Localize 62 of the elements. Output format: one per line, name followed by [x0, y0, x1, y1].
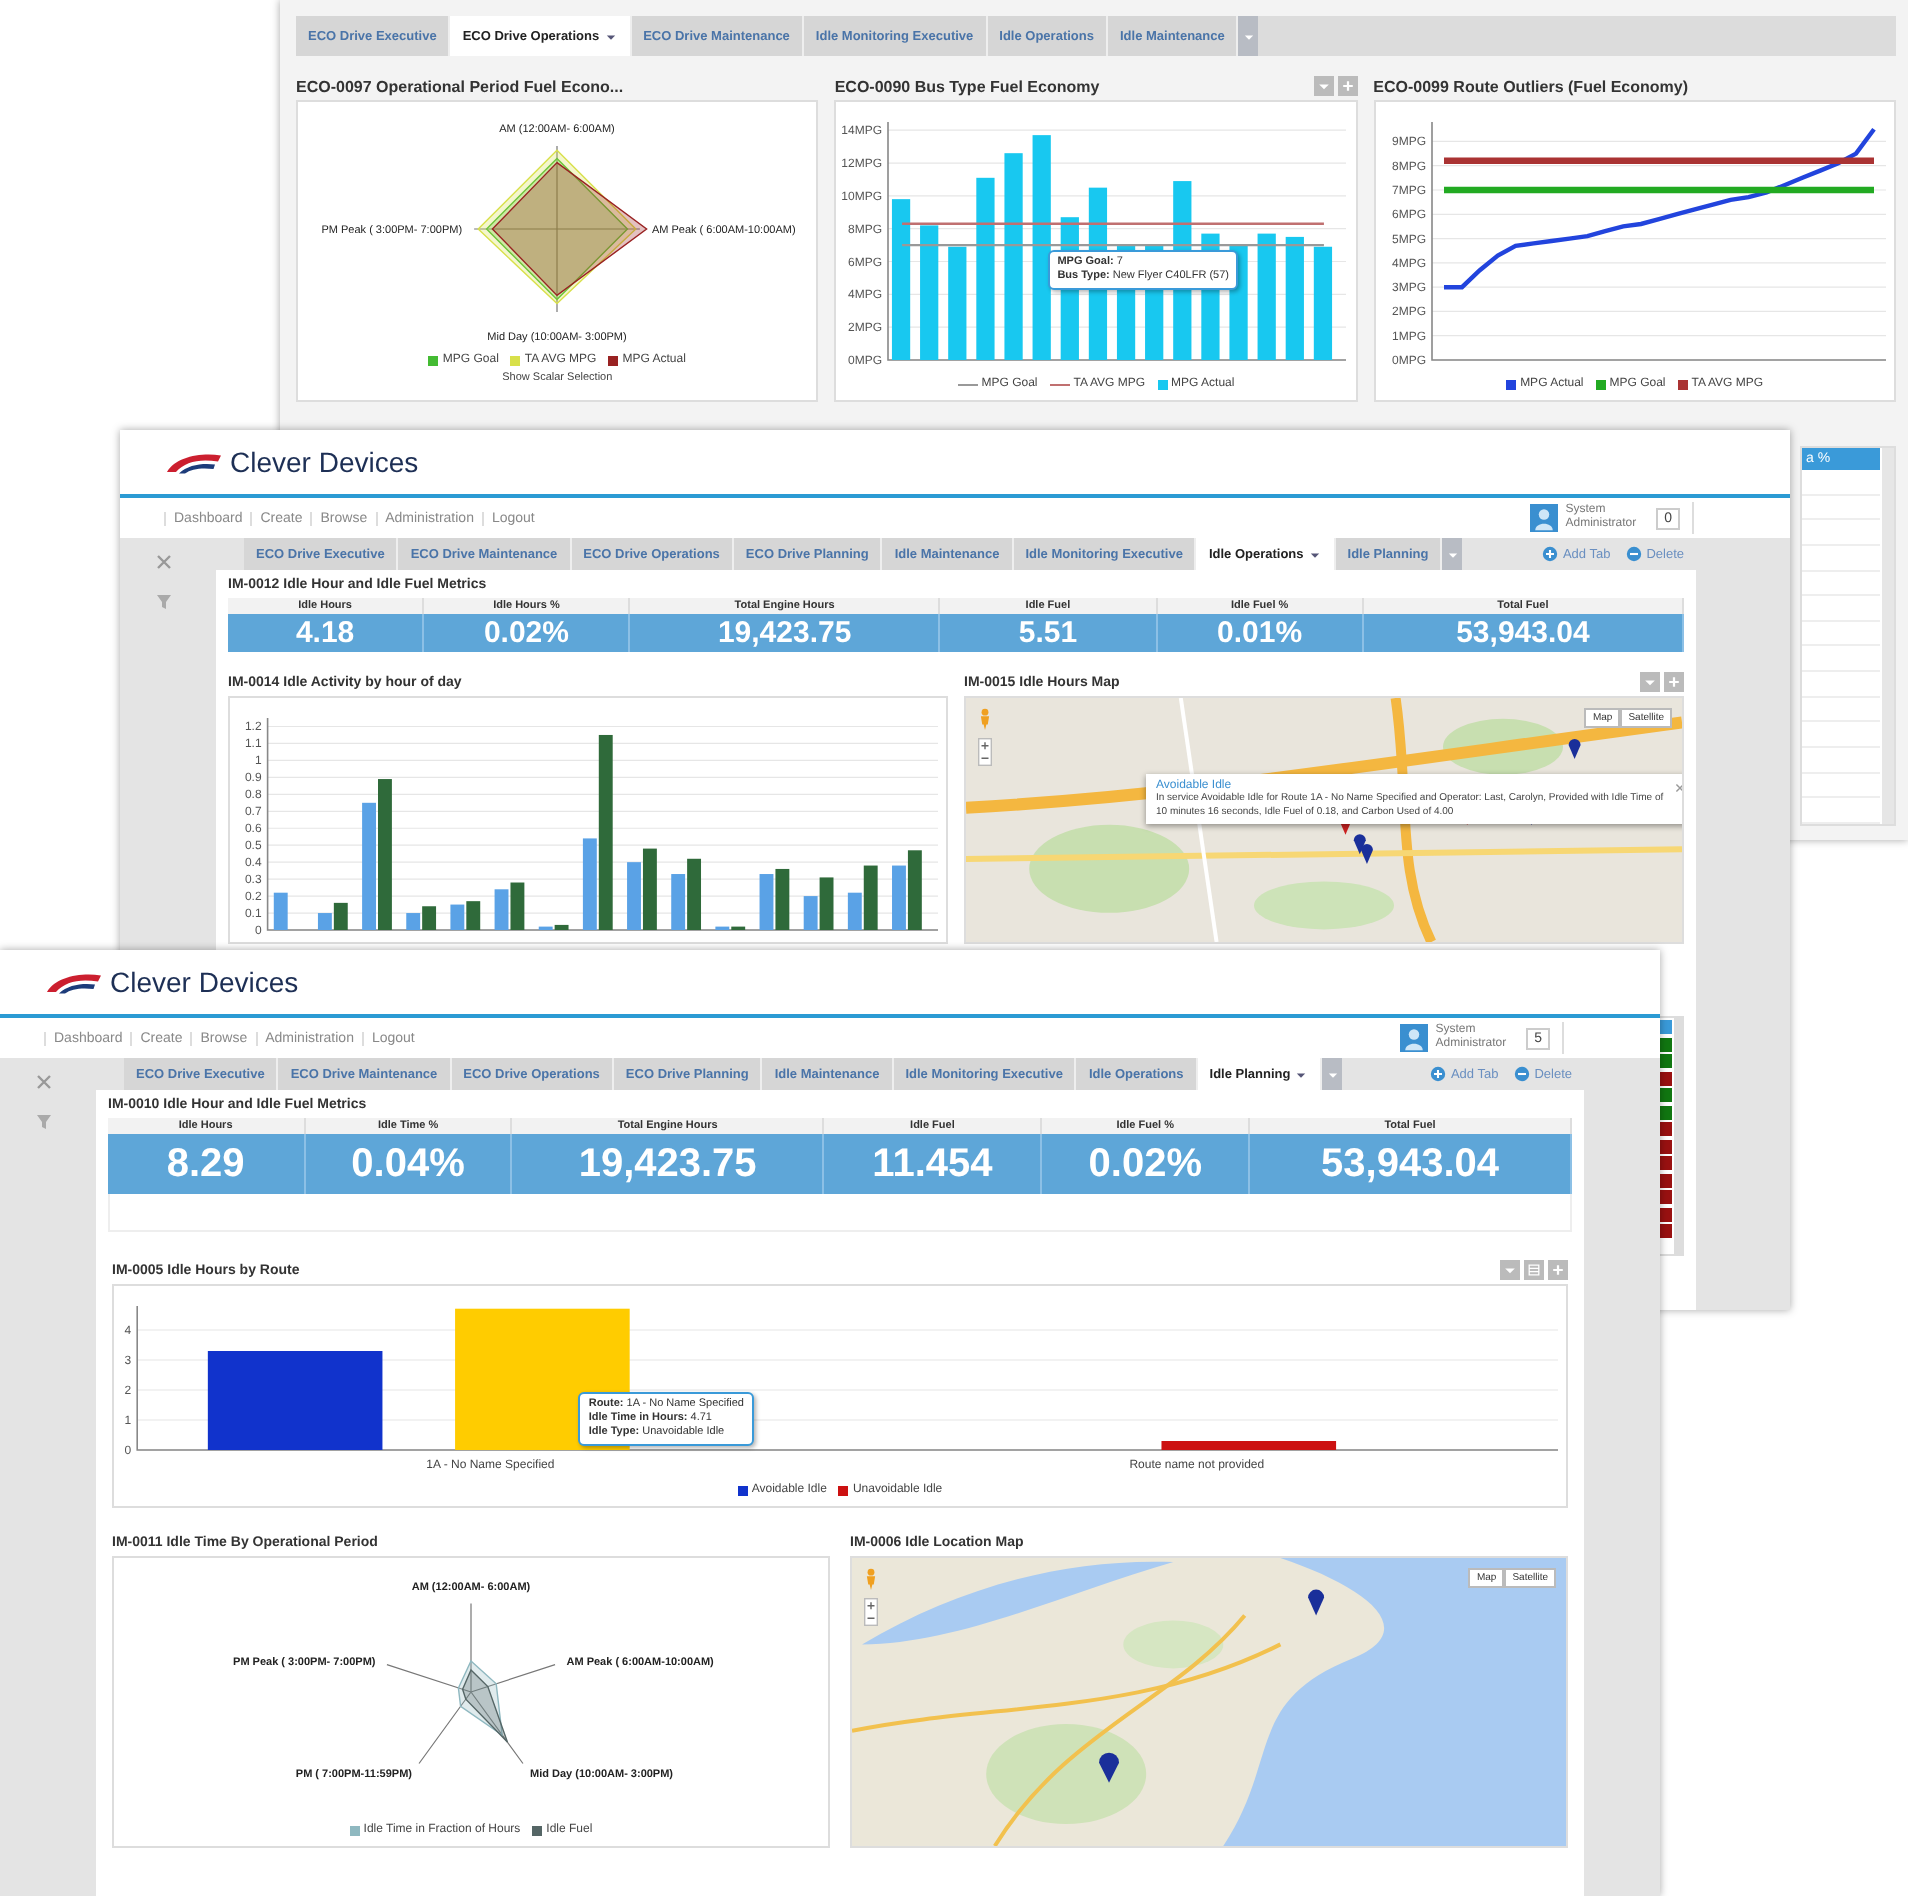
bar [948, 246, 968, 360]
bar [1286, 236, 1305, 360]
panel-title: ECO-0099 Route Outliers (Fuel Economy) [1373, 77, 1689, 95]
zoom-control-icon [978, 738, 992, 766]
caret-icon [1315, 78, 1332, 94]
scrollbar[interactable] [1674, 1018, 1682, 1254]
menu-button[interactable] [1313, 76, 1334, 96]
more-tabs-button[interactable] [1442, 538, 1463, 570]
close-icon [153, 552, 173, 572]
logo-icon [164, 449, 224, 475]
avatar-icon [1399, 1024, 1428, 1052]
metric-value: 19,423.75 [630, 614, 941, 652]
metric-value: 53,943.04 [1363, 614, 1684, 652]
panel-title: ECO-0097 Operational Period Fuel Econo... [296, 77, 624, 95]
scrollbar[interactable] [1882, 448, 1894, 824]
metric-value: 0.04% [305, 1134, 513, 1194]
plus-icon [1666, 674, 1682, 690]
bar [1258, 233, 1277, 360]
logo-icon [44, 969, 104, 995]
table-icon [1526, 1262, 1542, 1278]
plus-icon [1339, 78, 1356, 94]
pegman-icon [864, 1568, 878, 1590]
menu-button[interactable] [1640, 672, 1660, 692]
more-tabs-button[interactable] [1322, 1058, 1343, 1090]
menu-button[interactable] [1500, 1260, 1520, 1280]
metric-value: 0.02% [1042, 1134, 1251, 1194]
bar [1314, 246, 1333, 360]
metric-value: 5.51 [940, 614, 1158, 652]
close-button[interactable] [153, 550, 177, 574]
bar [273, 892, 288, 930]
delete-icon [1514, 1066, 1531, 1082]
delete-icon [1626, 546, 1643, 562]
close-button[interactable] [33, 1070, 57, 1094]
panel-title: ECO-0090 Bus Type Fuel Economy [834, 77, 1100, 95]
close-icon [33, 1072, 53, 1092]
brand-name: Clever Devices [110, 966, 299, 998]
avatar-icon [1529, 504, 1558, 532]
pegman-icon [978, 708, 992, 730]
add-icon [1542, 546, 1559, 562]
add-button[interactable] [1337, 76, 1358, 96]
metric-value: 0.02% [424, 614, 631, 652]
table-button[interactable] [1524, 1260, 1544, 1280]
caret-icon [1502, 1262, 1518, 1278]
bar [920, 225, 939, 360]
more-tabs-button[interactable] [1238, 16, 1259, 56]
plus-icon [1550, 1262, 1566, 1278]
filter-icon [33, 1112, 53, 1132]
add-button[interactable] [1548, 1260, 1568, 1280]
add-button[interactable] [1664, 672, 1684, 692]
add-icon [1430, 1066, 1447, 1082]
metric-value: 53,943.04 [1250, 1134, 1572, 1194]
zoom-control-icon [864, 1598, 878, 1626]
brand-name: Clever Devices [230, 446, 419, 478]
metric-value: 8.29 [108, 1134, 306, 1194]
metric-value: 11.454 [824, 1134, 1043, 1194]
metric-value: 0.01% [1157, 614, 1364, 652]
metric-value: 19,423.75 [512, 1134, 825, 1194]
filter-icon [153, 592, 173, 612]
metric-value: 4.18 [228, 614, 425, 652]
filter-button[interactable] [153, 590, 177, 614]
caret-icon [1642, 674, 1658, 690]
filter-button[interactable] [33, 1110, 57, 1134]
